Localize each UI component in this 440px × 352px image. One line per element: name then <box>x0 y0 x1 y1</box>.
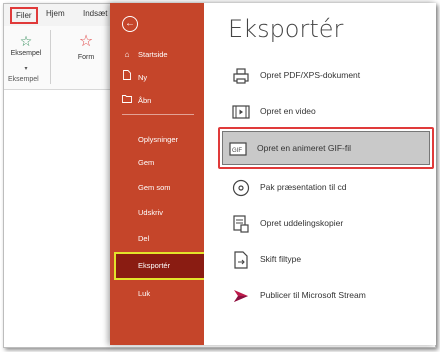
nav-item-label: Ny <box>138 73 148 82</box>
export-panel: Eksportér Opret PDF/XPS-dokument Opret e… <box>204 3 436 345</box>
nav-item-startside[interactable]: ⌂ Startside <box>110 45 204 65</box>
nav-item-label: Åbn <box>138 96 152 105</box>
export-option-label: Opret en video <box>260 106 316 116</box>
group-label: Eksempel <box>8 76 39 83</box>
export-option-gif[interactable]: GIF Opret en animeret GIF-fil <box>222 131 430 165</box>
gif-icon: GIF <box>229 140 247 158</box>
form-button[interactable]: ☆ Form <box>66 33 106 62</box>
page-title: Eksportér <box>228 15 344 43</box>
export-option-label: Opret uddelingskopier <box>260 218 344 228</box>
export-option-label: Opret PDF/XPS-dokument <box>260 70 361 80</box>
svg-text:GIF: GIF <box>232 148 242 154</box>
back-arrow-icon[interactable]: ← <box>122 16 138 32</box>
ribbon-body: ☆ Eksempel ▾ Eksempel ☆ Form <box>4 26 124 90</box>
export-option-video[interactable]: Opret en video <box>226 95 426 129</box>
export-option-label: Publicer til Microsoft Stream <box>260 290 366 300</box>
chevron-down-icon: ▾ <box>24 66 28 72</box>
nav-item-gem-som[interactable]: Gem som <box>110 178 204 198</box>
change-filetype-icon <box>232 251 250 269</box>
pdf-icon <box>232 67 250 85</box>
nav-item-gem[interactable]: Gem <box>110 153 204 173</box>
export-option-label: Opret en animeret GIF-fil <box>257 143 352 153</box>
ribbon-divider <box>50 30 51 84</box>
nav-item-udskriv[interactable]: Udskriv <box>110 203 204 223</box>
backstage-view: ← ⌂ Startside Ny Åbn Oplysninger Gem Gem … <box>110 3 436 345</box>
nav-item-ny[interactable]: Ny <box>110 68 204 88</box>
tab-filer[interactable]: Filer <box>10 7 38 24</box>
export-option-cd[interactable]: Pak præsentation til cd <box>226 171 426 205</box>
nav-item-luk[interactable]: Luk <box>110 284 204 304</box>
video-icon <box>232 103 250 121</box>
backstage-nav: ← ⌂ Startside Ny Åbn Oplysninger Gem Gem … <box>110 3 206 345</box>
tab-indsaet[interactable]: Indsæt <box>83 9 107 18</box>
stream-icon <box>232 287 250 305</box>
nav-item-aabn[interactable]: Åbn <box>110 91 204 111</box>
nav-divider <box>122 114 194 115</box>
nav-item-del[interactable]: Del <box>110 229 204 249</box>
star-icon: ☆ <box>78 33 94 50</box>
export-option-label: Pak præsentation til cd <box>260 182 347 192</box>
export-option-pdf[interactable]: Opret PDF/XPS-dokument <box>226 59 426 93</box>
export-option-change-filetype[interactable]: Skift filtype <box>226 243 426 277</box>
eksempel-button-label: Eksempel <box>10 50 42 57</box>
nav-item-oplysninger[interactable]: Oplysninger <box>110 130 204 150</box>
nav-item-eksporter[interactable]: Eksportér <box>114 252 206 280</box>
slide-area <box>4 91 114 347</box>
tab-hjem[interactable]: Hjem <box>46 9 65 18</box>
eksempel-button[interactable]: ☆ Eksempel ▾ <box>8 34 44 75</box>
ribbon-tabs: Filer Hjem Indsæt <box>4 4 124 26</box>
cd-icon <box>232 179 250 197</box>
export-option-label: Skift filtype <box>260 254 302 264</box>
home-icon: ⌂ <box>124 50 130 59</box>
form-button-label: Form <box>77 54 95 61</box>
export-option-handouts[interactable]: Opret uddelingskopier <box>226 207 426 241</box>
star-outline-icon: ☆ <box>19 33 33 49</box>
export-option-stream[interactable]: Publicer til Microsoft Stream <box>226 279 426 313</box>
nav-item-label: Startside <box>138 50 168 59</box>
open-folder-icon <box>122 91 132 111</box>
handouts-icon <box>232 215 250 233</box>
new-doc-icon <box>122 68 132 88</box>
